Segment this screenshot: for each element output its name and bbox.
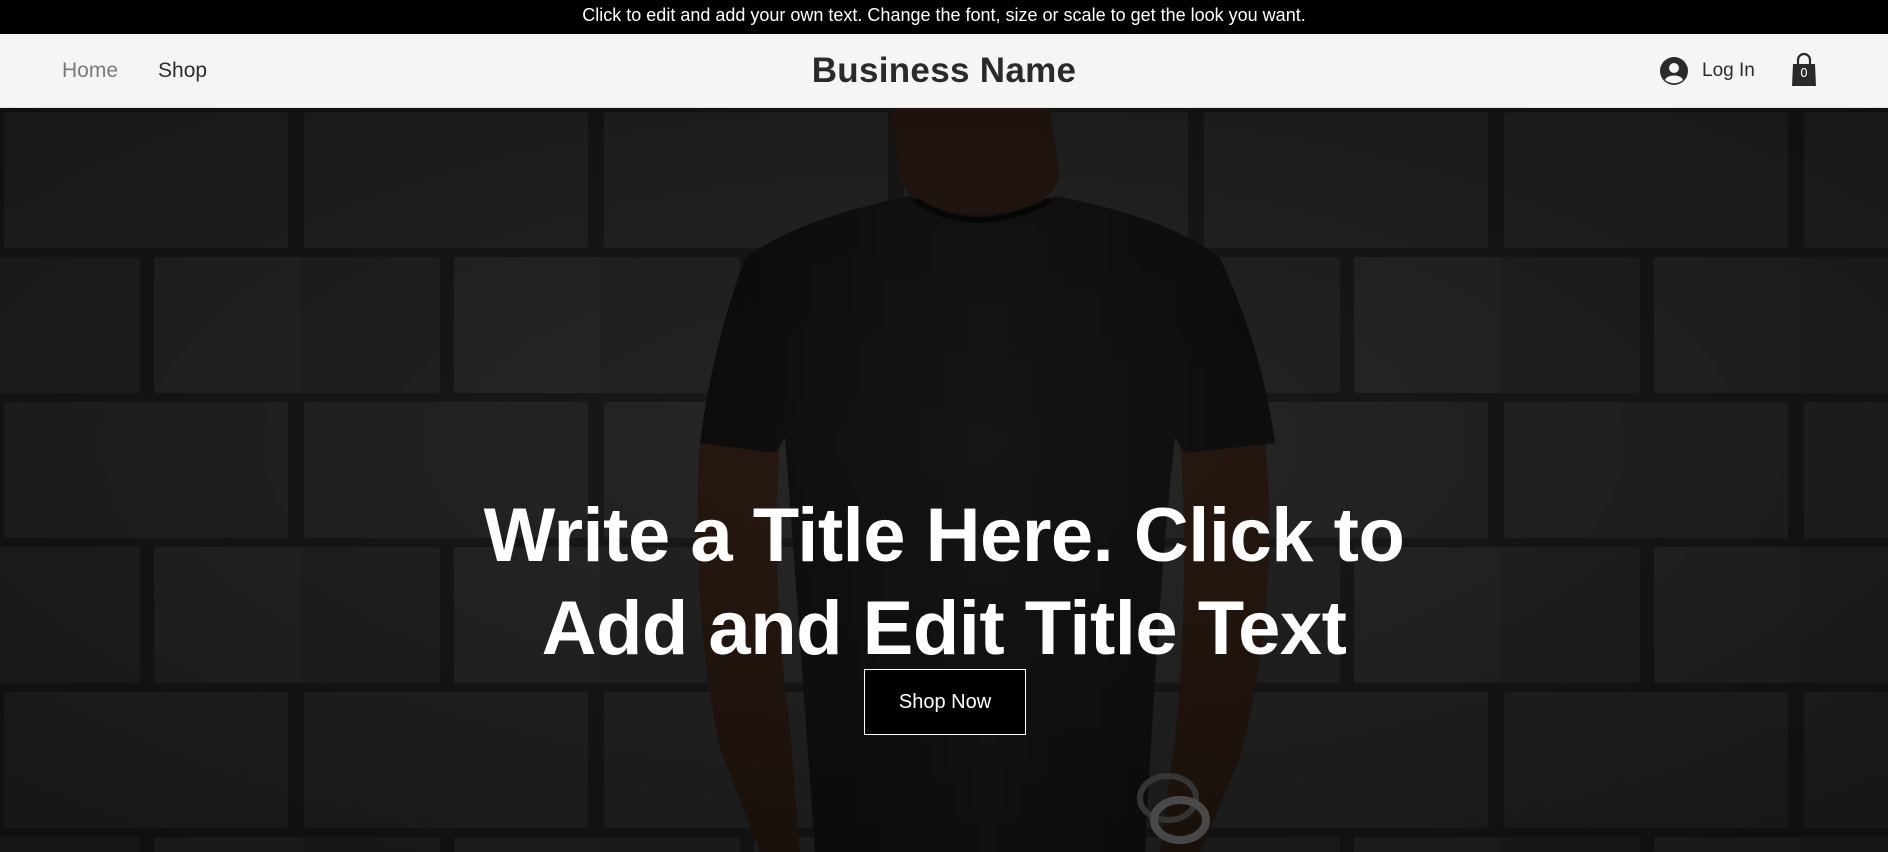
nav-item-shop[interactable]: Shop: [158, 59, 207, 83]
login-label: Log In: [1702, 60, 1755, 81]
hero-title-line-2: Add and Edit Title Text: [541, 585, 1347, 671]
hero-background-image: [0, 108, 1888, 852]
hero-section: Write a Title Here. Click to Add and Edi…: [0, 108, 1888, 852]
nav-item-home[interactable]: Home: [62, 59, 118, 83]
announcement-text[interactable]: Click to edit and add your own text. Cha…: [582, 5, 1305, 25]
brand-container: Business Name: [0, 34, 1888, 108]
cart-button[interactable]: 0: [1790, 52, 1818, 88]
site-header: Home Shop Business Name Log In 0: [0, 34, 1888, 108]
cart-count: 0: [1800, 66, 1808, 80]
site-title[interactable]: Business Name: [812, 51, 1077, 91]
login-button[interactable]: Log In: [1660, 52, 1755, 90]
page: Click to edit and add your own text. Cha…: [0, 0, 1888, 852]
user-avatar-icon: [1660, 57, 1688, 85]
hero-title-line-1: Write a Title Here. Click to: [483, 492, 1405, 578]
main-nav: Home Shop: [62, 34, 207, 108]
announcement-bar: Click to edit and add your own text. Cha…: [0, 0, 1888, 34]
shop-now-button[interactable]: Shop Now: [864, 669, 1026, 735]
hero-title: Write a Title Here. Click to Add and Edi…: [394, 489, 1494, 675]
